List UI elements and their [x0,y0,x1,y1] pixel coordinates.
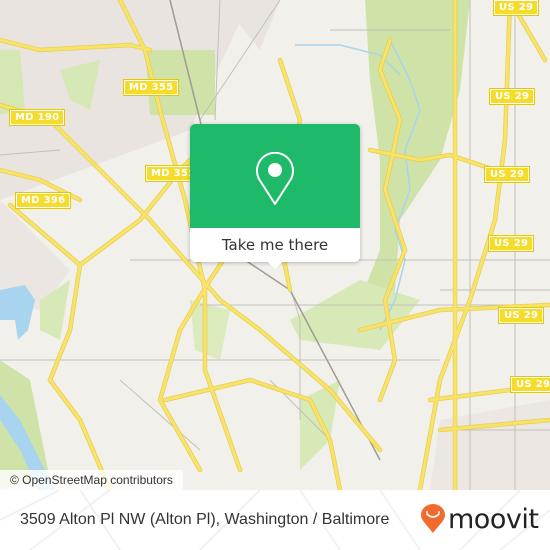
route-shield-md396: MD 396 [14,192,72,209]
moovit-logo[interactable]: moovit [420,503,539,535]
route-shield-md355: MD 355 [122,79,180,96]
park-area [190,300,230,360]
route-shield-us29: US 29 [487,235,535,252]
route-shield-us29: US 29 [483,166,531,183]
route-shield-md190: MD 190 [8,109,66,126]
location-popup[interactable]: Take me there [190,124,360,269]
map-attribution[interactable]: © OpenStreetMap contributors [0,470,183,490]
route-shield-us29: US 29 [509,376,550,393]
route-shield-us29: US 29 [497,307,545,324]
moovit-smile-pin-icon [421,504,445,533]
popup-header[interactable] [190,124,360,228]
location-pin-icon [256,152,294,205]
take-me-there-button[interactable]: Take me there [190,228,360,262]
route-shield-us29: US 29 [488,88,536,105]
route-shield-us29: US 29 [492,0,540,16]
reservoir [0,285,35,340]
map-view[interactable]: MD 355 MD 190 MD 355 MD 396 US 29 US 29 … [0,0,550,490]
footer-bar: 3509 Alton Pl NW (Alton Pl), Washington … [0,490,550,550]
moovit-wordmark: moovit [448,503,539,535]
popup-pointer [268,262,282,269]
urban-area [430,400,550,490]
address-text: 3509 Alton Pl NW (Alton Pl), Washington … [20,511,390,528]
park-area [290,280,420,350]
